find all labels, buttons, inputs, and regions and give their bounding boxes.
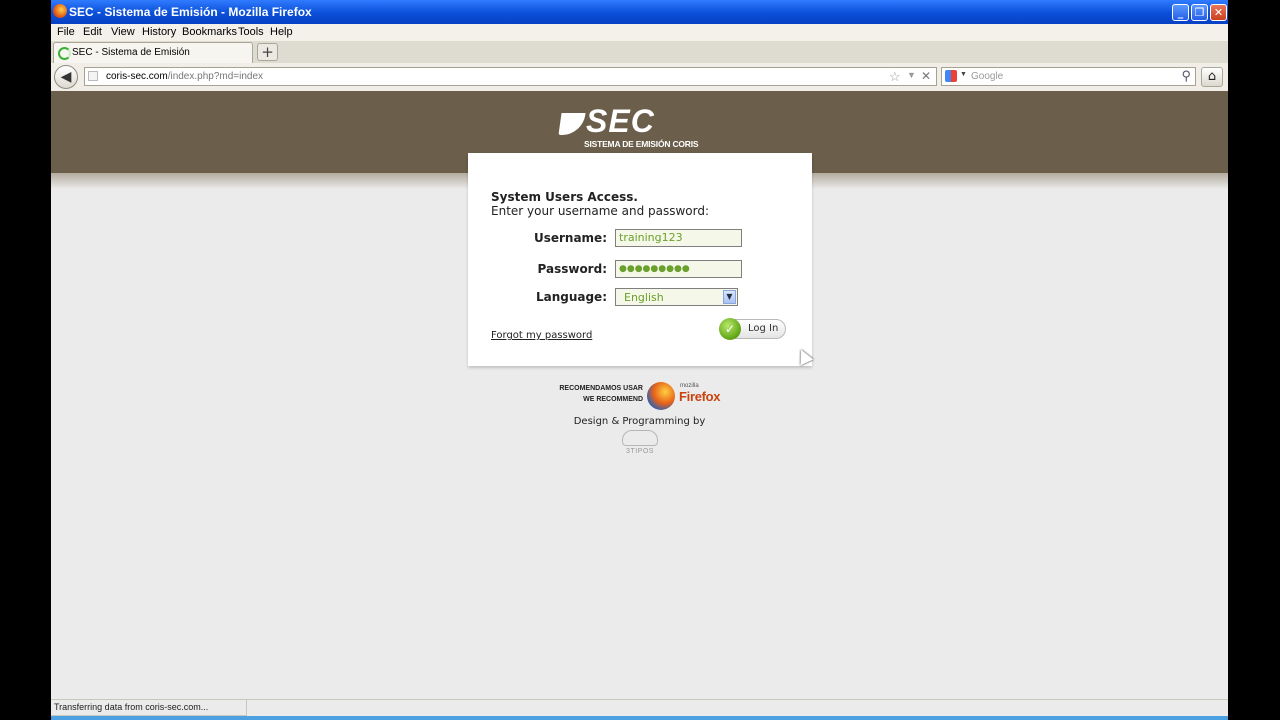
restore-icon[interactable]: ❐	[1191, 4, 1208, 21]
url-path: /index.php?md=index	[167, 71, 264, 82]
language-label: Language:	[535, 290, 607, 304]
search-icon[interactable]: ⚲	[1181, 68, 1191, 84]
status-bar: Transferring data from coris-sec.com...	[51, 699, 1228, 716]
developer-logo[interactable]: 3TIPOS	[616, 428, 664, 458]
design-credit: Design & Programming by	[573, 416, 706, 427]
tab-strip: SEC - Sistema de Emisión +	[51, 41, 1228, 64]
language-select[interactable]: English ▼	[615, 288, 738, 306]
username-label: Username:	[533, 231, 607, 245]
menu-bookmarks[interactable]: Bookmarks	[182, 26, 237, 38]
menu-file[interactable]: File	[57, 26, 75, 38]
firefox-window: SEC - Sistema de Emisión - Mozilla Firef…	[51, 0, 1228, 720]
cloud-icon	[622, 430, 658, 446]
sec-logo: SEC SISTEMA DE EMISIÓN CORIS	[558, 103, 699, 151]
username-input[interactable]: training123	[615, 229, 742, 247]
loading-spinner-icon	[58, 47, 71, 60]
tab-sec[interactable]: SEC - Sistema de Emisión	[53, 42, 253, 63]
search-placeholder: Google	[971, 71, 1004, 82]
logo-word: SEC	[586, 103, 655, 139]
language-value: English	[624, 291, 664, 304]
password-label: Password:	[537, 262, 608, 276]
menu-tools[interactable]: Tools	[238, 26, 264, 38]
menu-help[interactable]: Help	[270, 26, 293, 38]
recommend-line-es: RECOMENDAMOS USAR	[559, 385, 643, 392]
search-engine-dropdown-icon[interactable]: ▼	[960, 71, 967, 78]
chevron-down-icon[interactable]: ▼	[723, 290, 736, 304]
close-icon[interactable]: ✕	[1210, 4, 1227, 21]
login-heading: System Users Access.	[491, 190, 638, 204]
menu-view[interactable]: View	[111, 26, 135, 38]
firefox-recommendation: RECOMENDAMOS USAR WE RECOMMEND mozilla F…	[551, 382, 731, 412]
menu-history[interactable]: History	[142, 26, 176, 38]
minimize-icon[interactable]: _	[1172, 4, 1189, 21]
search-bar[interactable]: ▼ Google ⚲	[941, 67, 1196, 86]
home-button[interactable]: ⌂	[1201, 67, 1223, 87]
url-bar[interactable]: coris-sec.com/index.php?md=index ☆ ▼ ✕	[84, 67, 937, 86]
bookmark-star-icon[interactable]: ☆	[889, 69, 901, 85]
login-card: System Users Access. Enter your username…	[468, 153, 812, 366]
menu-edit[interactable]: Edit	[83, 26, 102, 38]
stop-icon[interactable]: ✕	[921, 69, 931, 83]
firefox-icon	[53, 4, 67, 18]
page-content: SEC SISTEMA DE EMISIÓN CORIS System User…	[51, 91, 1228, 699]
url-host: coris-sec.com	[106, 71, 168, 82]
checkmark-icon: ✓	[719, 318, 741, 340]
new-tab-button[interactable]: +	[257, 43, 278, 61]
logo-subtitle: SISTEMA DE EMISIÓN CORIS	[584, 139, 699, 149]
login-subheading: Enter your username and password:	[491, 204, 710, 218]
navigation-bar: ◀ coris-sec.com/index.php?md=index ☆ ▼ ✕…	[51, 63, 1228, 92]
title-bar[interactable]: SEC - Sistema de Emisión - Mozilla Firef…	[51, 0, 1228, 24]
url-dropdown-icon[interactable]: ▼	[907, 70, 916, 80]
window-title: SEC - Sistema de Emisión - Mozilla Firef…	[69, 5, 312, 19]
developer-name: 3TIPOS	[626, 448, 654, 455]
status-text: Transferring data from coris-sec.com...	[51, 700, 247, 716]
google-icon[interactable]	[945, 70, 957, 82]
login-button[interactable]: ✓ Log In	[719, 318, 786, 340]
recommend-line-en: WE RECOMMEND	[583, 396, 643, 403]
taskbar-strip	[51, 716, 1228, 720]
firefox-logo-icon[interactable]	[647, 382, 675, 410]
url-text[interactable]: coris-sec.com/index.php?md=index	[106, 71, 263, 82]
forgot-password-link[interactable]: Forgot my password	[491, 330, 592, 341]
password-input[interactable]: ●●●●●●●●●	[615, 260, 742, 278]
logo-mark	[558, 113, 586, 135]
back-button[interactable]: ◀	[54, 65, 78, 89]
menu-bar: File Edit View History Bookmarks Tools H…	[51, 24, 1228, 41]
firefox-label: Firefox	[679, 389, 721, 404]
site-identity-icon[interactable]	[88, 71, 98, 81]
login-button-label: Log In	[748, 323, 779, 334]
tab-label: SEC - Sistema de Emisión	[72, 47, 190, 58]
